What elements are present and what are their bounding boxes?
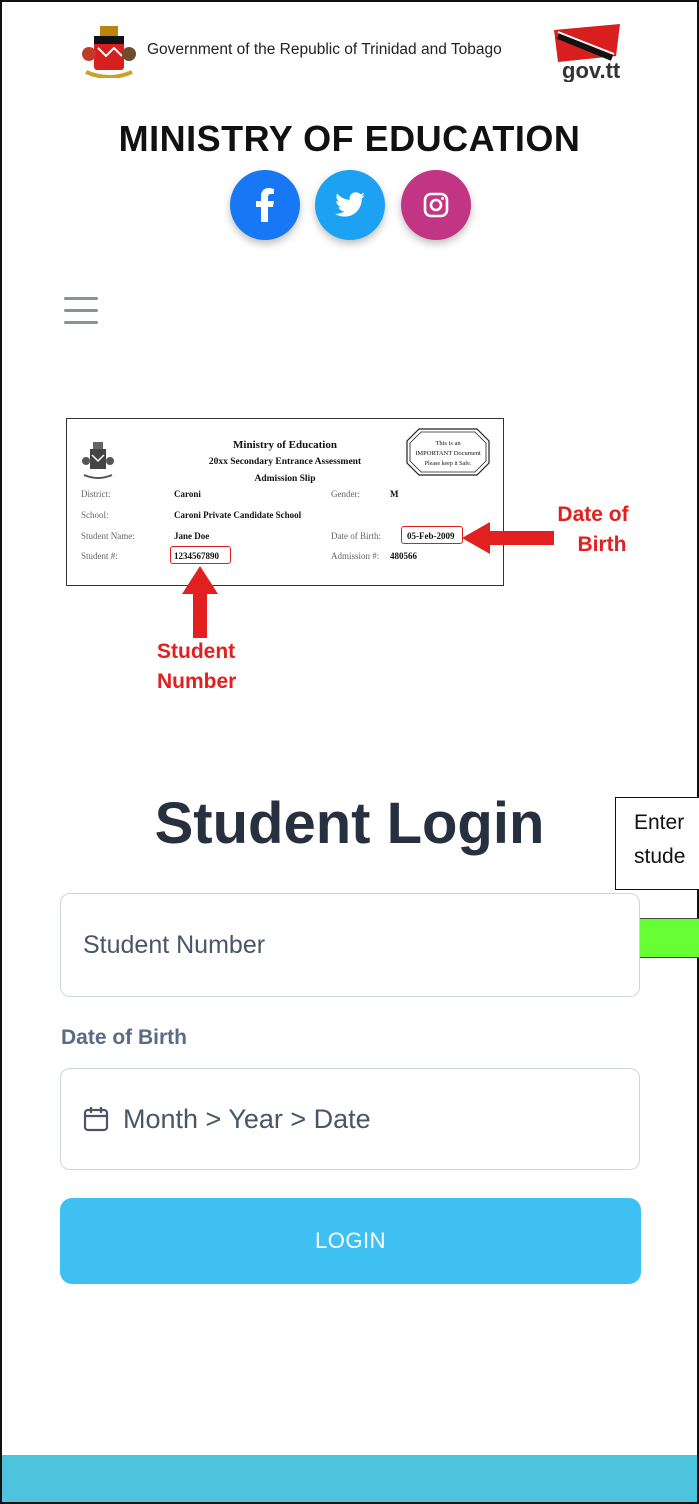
facebook-icon bbox=[256, 188, 274, 222]
slip-admission-label: Admission #: bbox=[331, 551, 380, 561]
slip-student-label: Student #: bbox=[81, 551, 118, 561]
slip-admission-value: 480566 bbox=[390, 551, 417, 561]
student-annotation-line2: Number bbox=[157, 670, 237, 693]
page-title: Student Login bbox=[154, 791, 545, 856]
dob-placeholder: Month > Year > Date bbox=[123, 1103, 371, 1134]
slip-name-label: Student Name: bbox=[81, 531, 135, 541]
notice-line-2: IMPORTANT Document bbox=[415, 450, 481, 457]
student-number-annotation: Student Number bbox=[157, 637, 236, 697]
twitter-button[interactable] bbox=[315, 170, 385, 240]
slip-dob-label: Date of Birth: bbox=[331, 531, 381, 541]
footer-bar bbox=[2, 1455, 697, 1502]
dob-picker[interactable]: Month > Year > Date bbox=[60, 1068, 640, 1170]
gov-header[interactable]: Government of the Republic of Trinidad a… bbox=[80, 22, 640, 82]
student-number-field[interactable] bbox=[60, 893, 640, 997]
login-button[interactable]: LOGIN bbox=[60, 1198, 641, 1284]
notice-line-3: Please keep it Safe. bbox=[425, 460, 472, 467]
notice-line-1: This is an bbox=[435, 440, 461, 447]
govtt-logo-text: gov.tt bbox=[562, 58, 621, 82]
student-annotation-line1: Student bbox=[157, 640, 236, 663]
gov-title: Government of the Republic of Trinidad a… bbox=[147, 41, 502, 58]
student-number-arrow-icon bbox=[182, 566, 218, 638]
instagram-icon bbox=[423, 192, 449, 218]
dob-label: Date of Birth bbox=[61, 1026, 187, 1049]
govtt-logo: gov.tt bbox=[554, 24, 621, 82]
green-marker bbox=[633, 918, 699, 958]
dob-annotation: Date of Birth bbox=[553, 500, 633, 560]
dob-highlight-box bbox=[401, 526, 463, 544]
calendar-icon bbox=[83, 1107, 109, 1132]
slip-gender-value: M bbox=[390, 489, 399, 499]
hamburger-menu-icon[interactable] bbox=[64, 297, 98, 325]
facebook-button[interactable] bbox=[230, 170, 300, 240]
important-notice-badge: This is an IMPORTANT Document Please kee… bbox=[406, 428, 490, 476]
student-number-input[interactable] bbox=[61, 894, 639, 996]
slip-school-label: School: bbox=[81, 510, 109, 520]
admission-slip-example: Ministry of Education 20xx Secondary Ent… bbox=[66, 418, 504, 586]
student-number-highlight-box bbox=[170, 546, 231, 564]
slip-school-value: Caroni Private Candidate School bbox=[174, 510, 302, 520]
dob-annotation-line2: Birth bbox=[577, 533, 627, 556]
twitter-icon bbox=[335, 192, 365, 217]
instagram-button[interactable] bbox=[401, 170, 471, 240]
ministry-title: MINISTRY OF EDUCATION bbox=[118, 118, 581, 159]
dob-annotation-line1: Date of bbox=[557, 503, 629, 526]
slip-gender-label: Gender: bbox=[331, 489, 360, 499]
slip-name-value: Jane Doe bbox=[174, 531, 210, 541]
slip-district-label: District: bbox=[81, 489, 111, 499]
coat-of-arms-icon bbox=[82, 26, 136, 78]
dob-arrow-icon bbox=[462, 522, 554, 554]
slip-district-value: Caroni bbox=[174, 489, 201, 499]
